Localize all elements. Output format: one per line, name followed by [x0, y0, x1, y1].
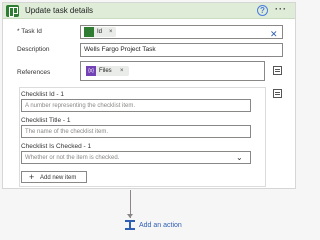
- clear-icon[interactable]: ✕: [270, 29, 278, 39]
- checklist-title-input[interactable]: The name of the checklist item.: [21, 125, 251, 138]
- checklist-checked-label: Checklist Is Checked - 1: [21, 143, 92, 150]
- references-label: References: [17, 69, 51, 76]
- switch-input-mode-icon[interactable]: [273, 66, 282, 75]
- add-new-item-label: Add new item: [40, 175, 77, 181]
- chevron-down-icon[interactable]: ⌄: [236, 154, 243, 162]
- card-header[interactable]: Update task details ? ···: [3, 3, 295, 19]
- add-action-icon[interactable]: [125, 220, 135, 230]
- planner-icon: [84, 27, 94, 37]
- switch-input-mode-icon[interactable]: [273, 89, 282, 98]
- description-label: Description: [17, 46, 50, 53]
- help-icon[interactable]: ?: [257, 5, 268, 16]
- card-title: Update task details: [25, 6, 94, 15]
- arrow-down-icon: [127, 214, 133, 218]
- checklist-id-label: Checklist Id - 1: [21, 91, 64, 98]
- planner-icon: [6, 5, 19, 17]
- expression-icon: {x}: [86, 66, 96, 76]
- plus-icon: +: [29, 172, 35, 182]
- checklist-title-label: Checklist Title - 1: [21, 117, 71, 124]
- remove-token-icon[interactable]: ×: [109, 27, 113, 37]
- add-new-item-button[interactable]: + Add new item: [21, 171, 87, 183]
- checklist-id-input[interactable]: A number representing the checklist item…: [21, 99, 251, 112]
- checklist-checked-select[interactable]: Whether or not the item is checked.: [21, 151, 251, 164]
- action-card: Update task details ? ··· * Task Id Id ×…: [2, 2, 296, 189]
- description-input[interactable]: Wells Fargo Project Task: [80, 43, 283, 57]
- files-token[interactable]: {x} Files ×: [86, 66, 129, 76]
- task-id-input[interactable]: Id ×: [80, 25, 283, 39]
- more-options-icon[interactable]: ···: [275, 5, 287, 14]
- id-token[interactable]: Id ×: [84, 27, 116, 37]
- task-id-label: * Task Id: [17, 28, 42, 35]
- add-action-link[interactable]: Add an action: [139, 221, 182, 230]
- description-value: Wells Fargo Project Task: [84, 46, 156, 53]
- references-input[interactable]: {x} Files ×: [80, 61, 265, 81]
- remove-token-icon[interactable]: ×: [120, 66, 124, 76]
